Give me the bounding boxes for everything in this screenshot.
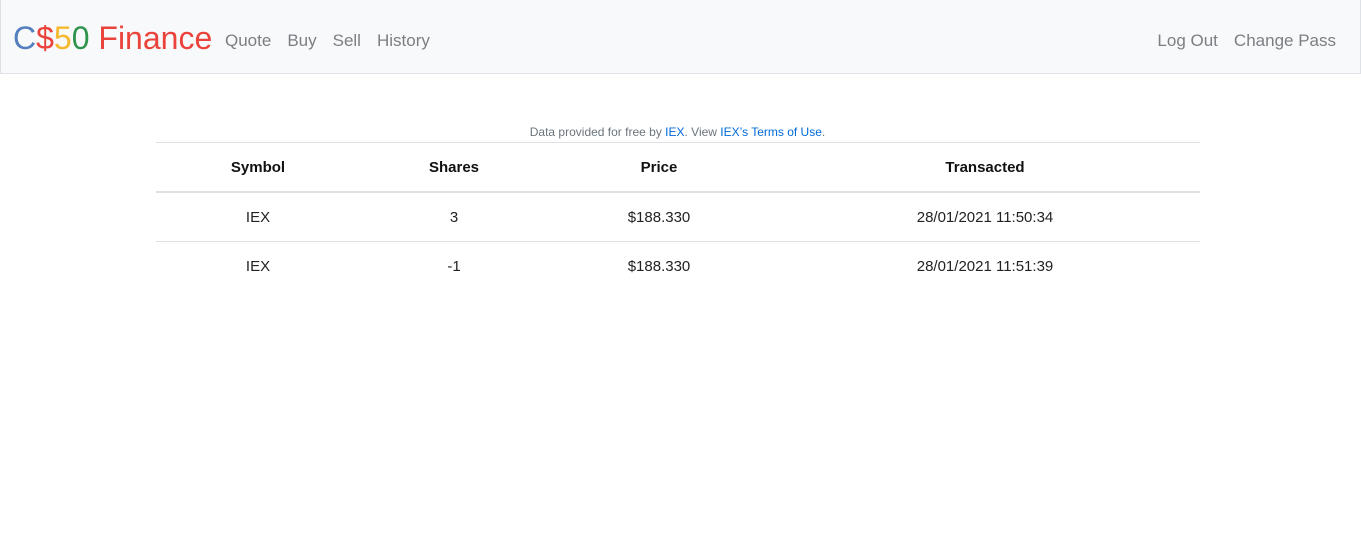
- data-attribution: Data provided for free by IEX. View IEX’…: [0, 125, 1355, 139]
- history-table: Symbol Shares Price Transacted IEX 3 $18…: [156, 142, 1200, 290]
- iex-terms-link[interactable]: IEX’s Terms of Use: [720, 125, 822, 139]
- nav-sell-link[interactable]: Sell: [333, 30, 361, 52]
- cell-transacted: 28/01/2021 11:50:34: [770, 191, 1200, 242]
- nav-quote-link[interactable]: Quote: [225, 30, 271, 52]
- nav-history-link[interactable]: History: [377, 30, 430, 52]
- change-pass-link[interactable]: Change Pass: [1234, 30, 1336, 52]
- cell-symbol: IEX: [156, 241, 360, 290]
- attribution-middle: . View: [684, 125, 721, 139]
- header-transacted: Transacted: [770, 142, 1200, 193]
- cell-price: $188.330: [548, 191, 770, 242]
- nav-left-menu: Quote Buy Sell History: [225, 30, 430, 52]
- attribution-suffix: .: [821, 125, 826, 139]
- navbar: C$50 Finance Quote Buy Sell History Log …: [0, 0, 1361, 74]
- attribution-prefix: Data provided for free by: [529, 125, 666, 139]
- table-row: IEX 3 $188.330 28/01/2021 11:50:34: [156, 191, 1200, 242]
- cell-shares: 3: [360, 191, 548, 242]
- header-shares: Shares: [360, 142, 548, 193]
- nav-buy-link[interactable]: Buy: [287, 30, 316, 52]
- cell-shares: -1: [360, 241, 548, 290]
- brand-logo-link[interactable]: C$50 Finance: [13, 18, 212, 58]
- brand-char-c: C: [13, 20, 37, 56]
- header-symbol: Symbol: [156, 142, 360, 193]
- iex-link[interactable]: IEX: [665, 125, 684, 139]
- cell-transacted: 28/01/2021 11:51:39: [770, 241, 1200, 290]
- brand-char-0: 0: [71, 20, 90, 56]
- brand-char-dollar: $: [36, 20, 54, 56]
- brand-char-5: 5: [53, 20, 72, 56]
- cell-symbol: IEX: [156, 191, 360, 242]
- logout-link[interactable]: Log Out: [1157, 30, 1218, 52]
- brand-word-finance: Finance: [89, 20, 213, 56]
- table-row: IEX -1 $188.330 28/01/2021 11:51:39: [156, 241, 1200, 290]
- cell-price: $188.330: [548, 241, 770, 290]
- header-price: Price: [548, 142, 770, 193]
- nav-right-menu: Log Out Change Pass: [1157, 30, 1336, 52]
- table-header-row: Symbol Shares Price Transacted: [156, 142, 1200, 193]
